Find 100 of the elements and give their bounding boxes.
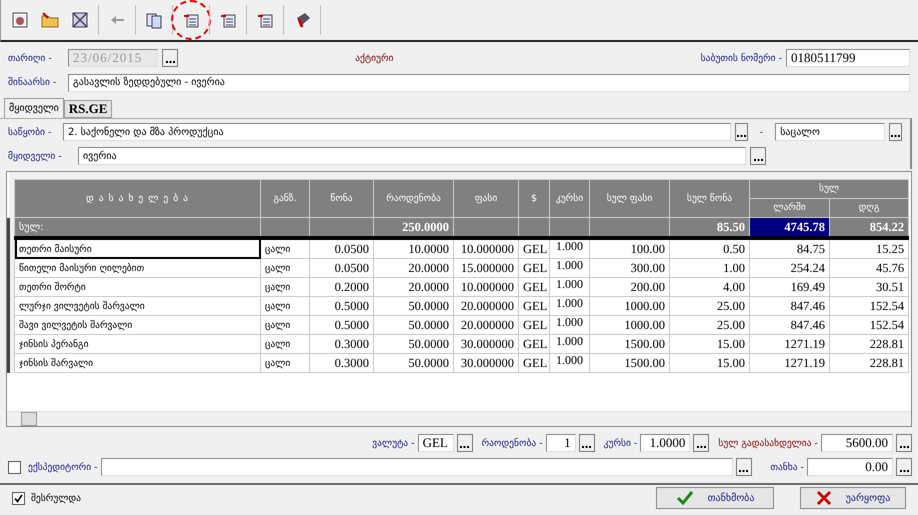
column-header[interactable]: სულ წონა <box>670 180 750 218</box>
table-cell: ცალი <box>260 296 310 316</box>
content-label: შინაარსი - <box>8 77 58 88</box>
browse-button[interactable] <box>456 434 473 452</box>
table-cell[interactable]: ჯინსის პერანგი <box>14 334 260 354</box>
table-cell: ცალი <box>260 278 310 296</box>
table-cell: 1000.00 <box>590 296 670 316</box>
totals-cell: 854.22 <box>830 218 909 238</box>
table-cell[interactable]: წითელი მაისური ღილებით <box>14 258 260 278</box>
table-cell: 0.50 <box>670 238 750 258</box>
forwarder-label: ექსპედიტორი - <box>28 462 98 472</box>
table-cell: GEL <box>518 316 550 334</box>
table-cell: 1.000 <box>550 238 590 258</box>
warehouse-field[interactable]: 2. საქონელი და მზა პროდუქცია <box>62 123 731 141</box>
table-cell: 15.00 <box>670 354 750 372</box>
browse-button[interactable] <box>736 458 752 476</box>
checkbox[interactable] <box>8 460 21 474</box>
table-cell: GEL <box>518 278 550 296</box>
tab[interactable]: RS.GE <box>64 100 112 118</box>
table-cell: 50.0000 <box>374 334 454 354</box>
table-cell: GEL <box>518 354 550 372</box>
column-header[interactable]: $ <box>518 180 550 218</box>
browse-button[interactable] <box>162 49 178 67</box>
table-cell: 50.0000 <box>374 354 454 372</box>
content-field[interactable]: გასავლის ზედდებული - ივერია <box>68 74 910 92</box>
table-cell: 0.3000 <box>310 354 374 372</box>
table-cell: 0.5000 <box>310 316 374 334</box>
browse-button[interactable] <box>750 147 766 165</box>
table-cell: 4.00 <box>670 278 750 296</box>
table-cell: 1.000 <box>550 278 590 296</box>
table-cell: 0.5000 <box>310 296 374 316</box>
tab[interactable]: მყიდველი <box>4 98 64 118</box>
table-cell: 100.00 <box>590 238 670 258</box>
browse-button[interactable] <box>693 434 710 452</box>
table-cell: 10.000000 <box>454 238 518 258</box>
checkbox[interactable] <box>12 492 25 504</box>
column-header[interactable]: რაოდენობა <box>374 180 454 218</box>
date-label: თარიღი - <box>8 52 53 64</box>
rate-label: კურსი - <box>604 438 638 448</box>
table-cell[interactable]: ლურჯი ვილვეტის შარვალი <box>14 296 260 316</box>
browse-button[interactable] <box>578 434 595 452</box>
currency-label: ვალუტა - <box>372 438 415 448</box>
browse-button[interactable] <box>734 123 748 141</box>
column-header[interactable]: ფასი <box>454 180 518 218</box>
browse-button[interactable] <box>896 434 912 452</box>
table-cell: 30.000000 <box>454 334 518 354</box>
column-header[interactable]: განზ. <box>260 180 310 218</box>
amount-field[interactable]: 0.00 <box>807 458 893 476</box>
table-cell: ცალი <box>260 316 310 334</box>
table-cell: 1.00 <box>670 258 750 278</box>
table-cell: 254.24 <box>750 258 830 278</box>
currency-field[interactable]: GEL <box>418 434 454 452</box>
forwarder-field[interactable] <box>100 458 733 476</box>
column-header[interactable]: დღგ <box>830 198 909 218</box>
table-cell[interactable]: თეთრი შორტი <box>14 278 260 296</box>
table-cell[interactable]: შავი ვილვეტის შარვალი <box>14 316 260 334</box>
table-cell: 300.00 <box>590 258 670 278</box>
ok-button[interactable]: თანხმობა <box>656 487 774 509</box>
checkmark-icon <box>14 494 23 502</box>
table-cell: 1500.00 <box>590 354 670 372</box>
column-header[interactable]: სულ <box>750 180 909 198</box>
browse-button[interactable] <box>889 123 902 141</box>
scrollbar-thumb[interactable] <box>21 412 37 426</box>
table-cell: 15.25 <box>830 238 909 258</box>
buyer-field[interactable]: ივერია <box>78 147 746 165</box>
table-cell: 15.00 <box>670 334 750 354</box>
table-cell: 1000.00 <box>590 316 670 334</box>
table-cell: 1.000 <box>550 334 590 354</box>
doc-number-field[interactable]: 0180511799 <box>786 49 910 67</box>
table-cell: 25.00 <box>670 316 750 334</box>
table-cell: 30.51 <box>830 278 909 296</box>
table-cell[interactable]: თეთრი მაისური <box>14 238 260 258</box>
table-cell: 20.0000 <box>374 258 454 278</box>
table-cell: 0.3000 <box>310 334 374 354</box>
table-cell: 0.2000 <box>310 278 374 296</box>
table-cell: 1.000 <box>550 258 590 278</box>
column-header[interactable]: კურსი <box>550 180 590 218</box>
table-cell: GEL <box>518 296 550 316</box>
table-cell[interactable]: ჯინსის შარვალი <box>14 354 260 372</box>
horizontal-scrollbar[interactable] <box>7 411 911 426</box>
column-header[interactable]: წონა <box>310 180 374 218</box>
column-header[interactable]: სულ ფასი <box>590 180 670 218</box>
column-header[interactable]: ლარში <box>750 198 830 218</box>
table-cell: 50.0000 <box>374 316 454 334</box>
cancel-button[interactable]: უარყოფა <box>800 487 906 509</box>
browse-button[interactable] <box>896 458 912 476</box>
table-cell: GEL <box>518 258 550 278</box>
total-field[interactable]: 5600.00 <box>821 434 893 452</box>
table-cell: 228.81 <box>830 334 909 354</box>
table-cell: 10.0000 <box>374 238 454 258</box>
table-cell: 20.0000 <box>374 278 454 296</box>
warehouse-type-field[interactable]: საცალო <box>775 123 886 141</box>
rate-field[interactable]: 1.0000 <box>640 434 690 452</box>
quantity-field[interactable]: 1 <box>546 434 576 452</box>
close-icon <box>70 10 90 30</box>
column-header[interactable]: დ ა ს ა ხ ე ლ ე ბ ა <box>14 180 260 218</box>
totals-cell[interactable]: 4745.78 <box>750 218 830 238</box>
buyer-label: მყიდველი - <box>8 150 63 162</box>
table-cell: 30.000000 <box>454 354 518 372</box>
folder-icon <box>40 10 60 30</box>
